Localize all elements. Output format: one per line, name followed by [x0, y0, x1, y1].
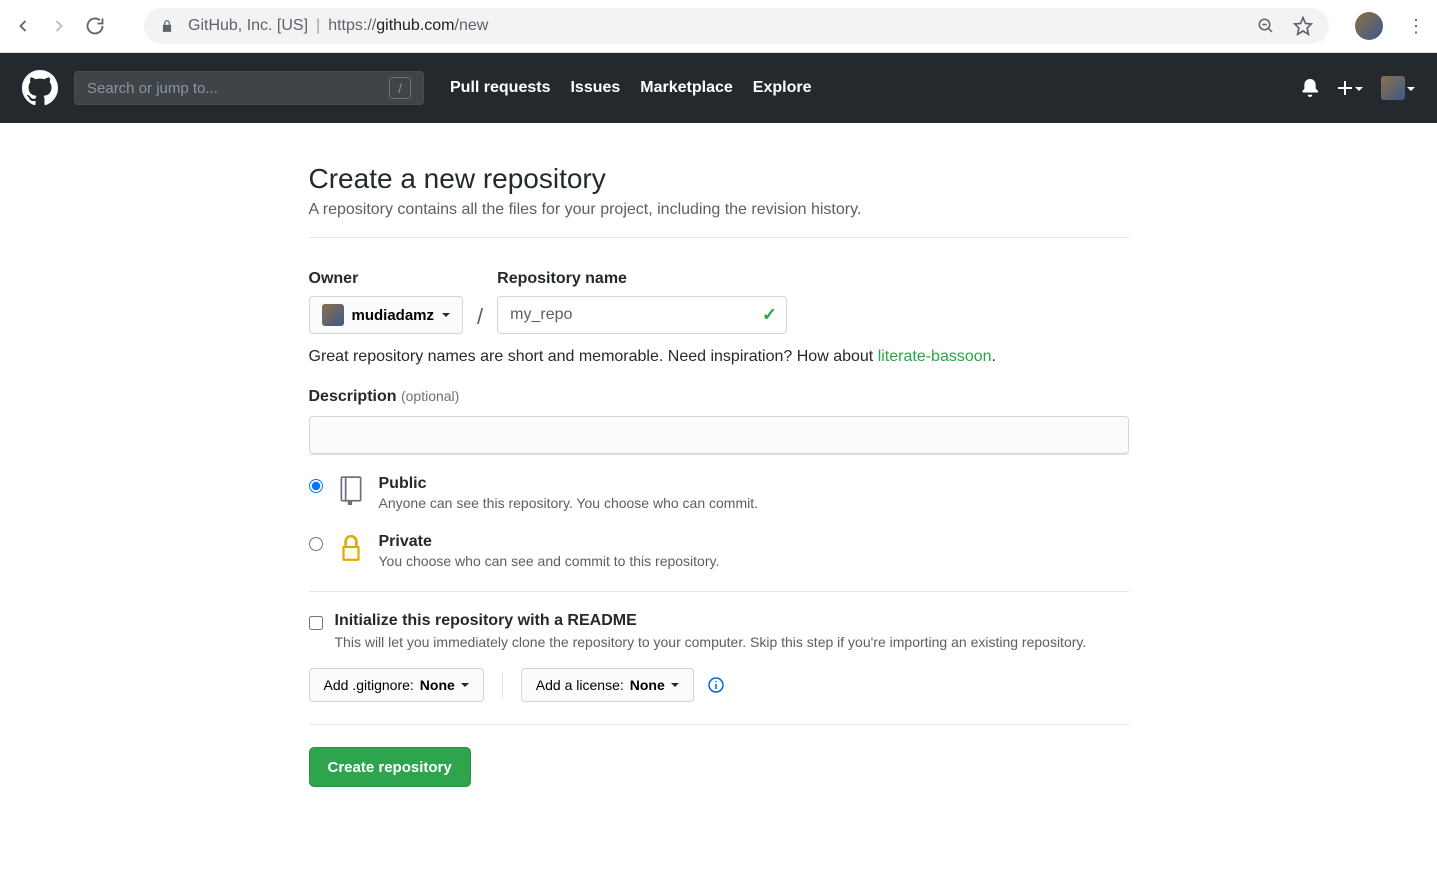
public-radio[interactable] — [309, 479, 323, 493]
slash-key-hint: / — [389, 77, 411, 99]
nav-explore[interactable]: Explore — [753, 79, 812, 97]
nav-pull-requests[interactable]: Pull requests — [450, 79, 550, 97]
description-input[interactable] — [309, 416, 1129, 454]
zoom-icon[interactable] — [1257, 17, 1275, 35]
github-header: / Pull requests Issues Marketplace Explo… — [0, 53, 1437, 123]
notifications-icon[interactable] — [1301, 79, 1319, 97]
private-title: Private — [379, 533, 720, 551]
init-readme-label: Initialize this repository with a README — [335, 612, 637, 630]
address-bar[interactable]: GitHub, Inc. [US]|https://github.com/new — [144, 8, 1329, 44]
visibility-private-option[interactable]: Private You choose who can see and commi… — [309, 533, 1129, 569]
private-radio[interactable] — [309, 537, 323, 551]
github-search[interactable]: / — [74, 71, 424, 105]
github-nav: Pull requests Issues Marketplace Explore — [450, 79, 811, 97]
create-repository-button[interactable]: Create repository — [309, 747, 471, 787]
create-new-dropdown[interactable] — [1337, 80, 1363, 96]
main-content: Create a new repository A repository con… — [309, 123, 1129, 847]
divider — [309, 591, 1129, 592]
forward-button[interactable] — [48, 15, 70, 37]
back-button[interactable] — [12, 15, 34, 37]
owner-name: mudiadamz — [352, 307, 435, 324]
visibility-public-option[interactable]: Public Anyone can see this repository. Y… — [309, 475, 1129, 511]
public-title: Public — [379, 475, 759, 493]
repo-icon — [337, 475, 365, 505]
public-desc: Anyone can see this repository. You choo… — [379, 495, 759, 511]
suggestion-link[interactable]: literate-bassoon — [878, 348, 992, 365]
init-readme-desc: This will let you immediately clone the … — [335, 634, 1129, 650]
chevron-down-icon — [671, 683, 679, 691]
init-readme-checkbox[interactable] — [309, 616, 323, 630]
page-subtitle: A repository contains all the files for … — [309, 201, 1129, 219]
path-separator: / — [477, 304, 483, 330]
description-label: Description (optional) — [309, 388, 460, 405]
browser-menu-icon[interactable]: ⋮ — [1407, 16, 1425, 37]
info-icon[interactable] — [708, 677, 724, 693]
chevron-down-icon — [461, 683, 469, 691]
nav-marketplace[interactable]: Marketplace — [640, 79, 733, 97]
user-avatar — [1381, 76, 1405, 100]
repo-name-input[interactable] — [497, 296, 787, 334]
gitignore-select-button[interactable]: Add .gitignore: None — [309, 668, 484, 702]
page-title: Create a new repository — [309, 163, 1129, 195]
lock-icon — [160, 19, 174, 33]
lock-icon — [337, 533, 365, 563]
search-input[interactable] — [87, 80, 389, 97]
divider — [309, 237, 1129, 238]
license-select-button[interactable]: Add a license: None — [521, 668, 694, 702]
github-logo-icon[interactable] — [22, 70, 58, 106]
name-hint: Great repository names are short and mem… — [309, 348, 1129, 366]
divider — [309, 454, 1129, 455]
browser-toolbar: GitHub, Inc. [US]|https://github.com/new… — [0, 0, 1437, 53]
private-desc: You choose who can see and commit to thi… — [379, 553, 720, 569]
divider — [309, 724, 1129, 725]
owner-select-button[interactable]: mudiadamz — [309, 296, 464, 334]
chevron-down-icon — [442, 313, 450, 321]
separator — [502, 672, 503, 698]
address-text: GitHub, Inc. [US]|https://github.com/new — [188, 17, 488, 35]
star-icon[interactable] — [1293, 16, 1313, 36]
reload-button[interactable] — [84, 15, 106, 37]
browser-profile-avatar[interactable] — [1355, 12, 1383, 40]
owner-label: Owner — [309, 270, 464, 288]
nav-issues[interactable]: Issues — [570, 79, 620, 97]
owner-avatar — [322, 304, 344, 326]
user-menu-dropdown[interactable] — [1381, 76, 1415, 100]
reponame-label: Repository name — [497, 270, 787, 288]
check-icon: ✓ — [762, 305, 777, 326]
